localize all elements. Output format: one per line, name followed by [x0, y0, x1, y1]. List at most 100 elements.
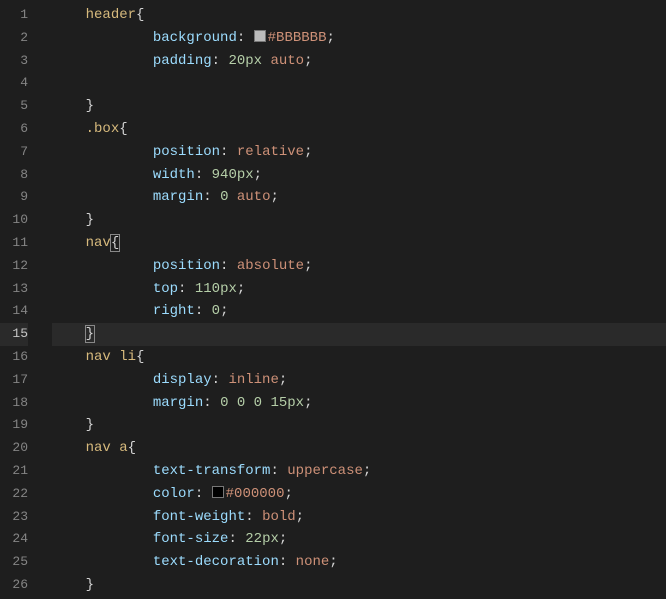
token-punct: ; [254, 167, 262, 183]
token-punct: { [136, 7, 144, 23]
code-line[interactable]: font-weight: bold; [52, 506, 666, 529]
line-number: 9 [0, 186, 28, 209]
line-number: 2 [0, 27, 28, 50]
token-colon: : [270, 463, 287, 479]
code-line[interactable]: position: absolute; [52, 255, 666, 278]
line-number: 18 [0, 392, 28, 415]
code-editor[interactable]: 1234567891011121314151617181920212223242… [0, 0, 666, 599]
token-val: absolute [237, 258, 304, 274]
token-sel: nav a [86, 440, 128, 456]
line-number: 5 [0, 95, 28, 118]
token-punct: { [119, 121, 127, 137]
token-punct: { [128, 440, 136, 456]
token-punct: } [86, 577, 94, 593]
token-punct: ; [279, 372, 287, 388]
token-colon: : [178, 281, 195, 297]
code-line[interactable]: } [52, 574, 666, 597]
code-line[interactable]: header{ [52, 4, 666, 27]
token-num: 0 [212, 303, 220, 319]
token-prop: padding [153, 53, 212, 69]
code-line[interactable]: text-decoration: none; [52, 551, 666, 574]
code-line[interactable]: } [52, 414, 666, 437]
code-line[interactable]: } [52, 209, 666, 232]
code-line[interactable]: display: inline; [52, 369, 666, 392]
code-line[interactable]: .box{ [52, 118, 666, 141]
token-colon: : [279, 554, 296, 570]
token-colon: : [220, 258, 237, 274]
token-punct: ; [304, 258, 312, 274]
code-line[interactable]: color: #000000; [52, 483, 666, 506]
line-number: 20 [0, 437, 28, 460]
code-line[interactable]: margin: 0 0 0 15px; [52, 392, 666, 415]
line-number: 25 [0, 551, 28, 574]
token-punct: ; [326, 30, 334, 46]
token-num: 22px [245, 531, 279, 547]
token-colon: : [245, 509, 262, 525]
token-prop: top [153, 281, 178, 297]
line-number: 13 [0, 278, 28, 301]
line-number: 8 [0, 164, 28, 187]
token-colon: : [203, 189, 220, 205]
color-swatch-icon[interactable] [212, 486, 224, 498]
code-line[interactable] [52, 72, 666, 95]
token-sel: .box [86, 121, 120, 137]
code-line[interactable]: position: relative; [52, 141, 666, 164]
line-number: 1 [0, 4, 28, 27]
token-prop: text-transform [153, 463, 271, 479]
token-val: #000000 [226, 486, 285, 502]
line-number: 14 [0, 300, 28, 323]
code-line[interactable]: } [52, 95, 666, 118]
code-line[interactable]: right: 0; [52, 300, 666, 323]
token-punct: ; [304, 395, 312, 411]
code-line[interactable]: font-size: 22px; [52, 528, 666, 551]
token-colon: : [237, 30, 254, 46]
token-val: none [296, 554, 330, 570]
token-punct: ; [220, 303, 228, 319]
token-num: 110px [195, 281, 237, 297]
token-prop: margin [153, 189, 203, 205]
token-sel: nav li [86, 349, 136, 365]
line-number: 23 [0, 506, 28, 529]
token-colon: : [212, 53, 229, 69]
token-colon: : [195, 167, 212, 183]
token-punct: ; [296, 509, 304, 525]
code-line[interactable]: text-transform: uppercase; [52, 460, 666, 483]
code-line[interactable]: background: #BBBBBB; [52, 27, 666, 50]
code-line[interactable]: nav a{ [52, 437, 666, 460]
code-line[interactable]: width: 940px; [52, 164, 666, 187]
code-line[interactable]: top: 110px; [52, 278, 666, 301]
token-prop: right [153, 303, 195, 319]
token-val: inline [228, 372, 278, 388]
line-number: 15 [0, 323, 28, 346]
code-line[interactable]: nav li{ [52, 346, 666, 369]
line-number: 6 [0, 118, 28, 141]
line-number: 26 [0, 574, 28, 597]
token-punct: ; [270, 189, 278, 205]
line-number: 17 [0, 369, 28, 392]
token-num: 0 0 0 15px [220, 395, 304, 411]
code-line[interactable]: nav{ [52, 232, 666, 255]
line-number: 11 [0, 232, 28, 255]
token-colon: : [228, 531, 245, 547]
code-line[interactable]: margin: 0 auto; [52, 186, 666, 209]
token-prop: background [153, 30, 237, 46]
token-prop: margin [153, 395, 203, 411]
token-colon: : [212, 372, 229, 388]
token-punct: } [86, 417, 94, 433]
token-punct: } [86, 212, 94, 228]
code-line[interactable]: padding: 20px auto; [52, 50, 666, 73]
token-num: 20px [228, 53, 262, 69]
token-punct: ; [237, 281, 245, 297]
token-val: uppercase [287, 463, 363, 479]
token-punct: ; [279, 531, 287, 547]
line-number: 7 [0, 141, 28, 164]
token-sel: nav [86, 235, 111, 251]
token-punct: ; [363, 463, 371, 479]
code-area[interactable]: header{ background: #BBBBBB; padding: 20… [42, 0, 666, 599]
token-prop: position [153, 144, 220, 160]
token-num: 940px [212, 167, 254, 183]
line-number: 3 [0, 50, 28, 73]
color-swatch-icon[interactable] [254, 30, 266, 42]
token-val: relative [237, 144, 304, 160]
code-line[interactable]: } [52, 323, 666, 346]
